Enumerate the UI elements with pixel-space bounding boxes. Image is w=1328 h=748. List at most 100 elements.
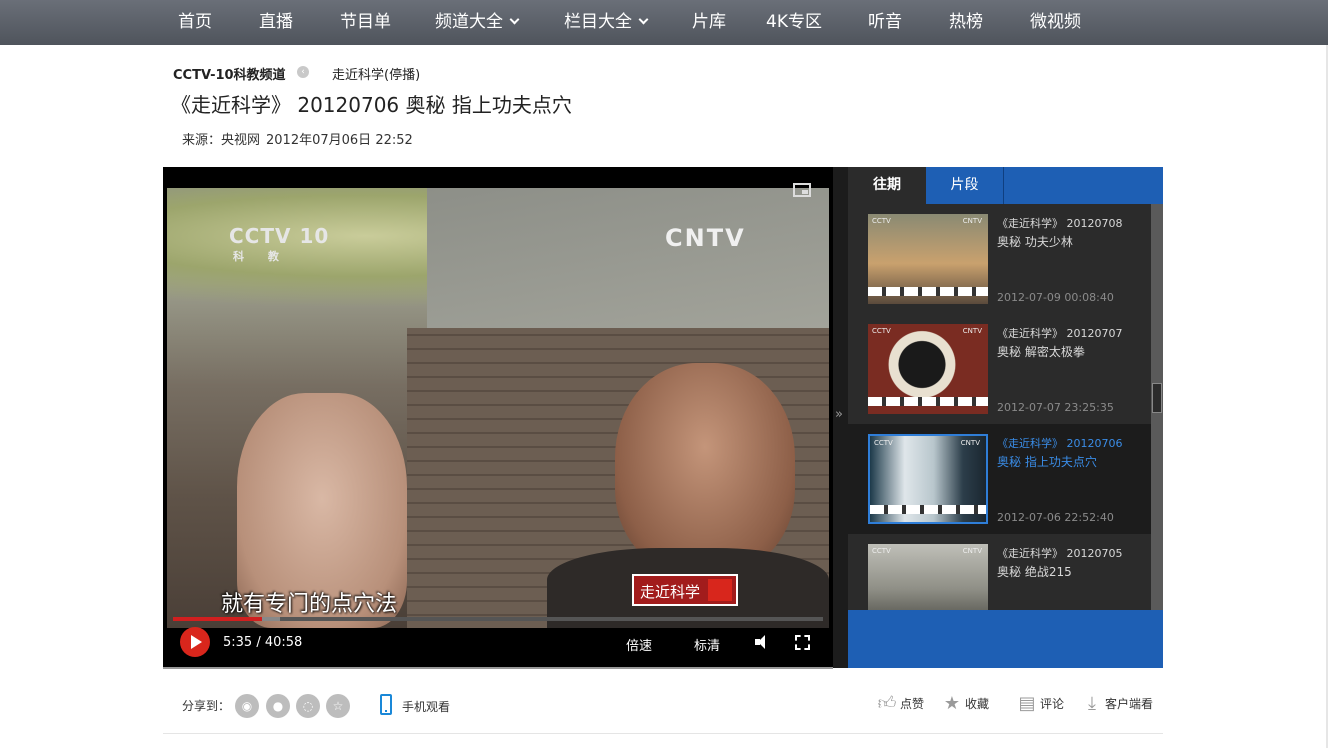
thumbnail-tag: CNTV (962, 547, 982, 555)
volume-icon[interactable] (755, 635, 769, 649)
collect-label: 收藏 (965, 697, 990, 711)
cntv-watermark: CNTV (665, 224, 746, 252)
channel-watermark-sub: 科 教 (233, 250, 289, 263)
like-label: 点赞 (900, 697, 925, 711)
page-title: 《走近科学》 20120706 奥秘 指上功夫点穴 (171, 93, 572, 117)
double-chevron-icon: » (835, 407, 843, 422)
qq-icon[interactable]: ● (266, 694, 290, 718)
thumbnail-tag: CCTV (872, 217, 891, 225)
tab-clips[interactable]: 片段 (926, 167, 1004, 204)
thumbnail-tag: CCTV (872, 547, 891, 555)
episode-title: 《走近科学》 20120705 (997, 547, 1123, 560)
episode-item-active[interactable]: CCTV CNTV 《走近科学》 20120706 奥秘 指上功夫点穴 2012-… (848, 424, 1151, 534)
source-line: 来源：央视网 2012年07月06日 22:52 (182, 129, 419, 148)
fullscreen-icon[interactable] (795, 635, 810, 650)
download-icon: ⤓ (1088, 693, 1096, 714)
episode-thumbnail: CCTV CNTV (868, 434, 988, 524)
video-player[interactable]: CCTV 10 科 教 CNTV 就有专门的点穴法 走近科学 5:35 / 40:… (163, 167, 833, 668)
nav-label: 节目单 (340, 12, 391, 32)
episode-item[interactable]: CCTV CNTV 《走近科学》 20120705 奥秘 绝战215 (848, 534, 1151, 610)
episode-subtitle: 奥秘 功夫少林 (997, 235, 1073, 249)
publish-time: 2012年07月06日 22:52 (266, 133, 413, 148)
sidebar-toggle[interactable]: » (833, 167, 848, 668)
star-icon: ★ (943, 693, 961, 714)
episode-date: 2012-07-07 23:25:35 (997, 401, 1114, 414)
nav-label: 频道大全 (435, 12, 503, 32)
nav-item-channels[interactable]: 频道大全 (435, 0, 520, 45)
source-label: 来源：央视网 (182, 133, 261, 148)
nav-label: 直播 (259, 12, 293, 32)
video-frame[interactable]: CCTV 10 科 教 CNTV 就有专门的点穴法 走近科学 (167, 188, 829, 628)
mobile-watch-label: 手机观看 (402, 700, 451, 714)
weibo-icon[interactable]: ◉ (235, 694, 259, 718)
quality-button[interactable]: 标清 (694, 635, 720, 654)
thumbnail-tag: CCTV (872, 327, 891, 335)
thumbnail-tag: CNTV (960, 439, 980, 447)
episode-title: 《走近科学》 20120707 (997, 327, 1123, 340)
episode-list-scrollbar[interactable] (1151, 204, 1163, 610)
thumbnail-strip (868, 397, 988, 406)
nav-item-live[interactable]: 直播 (259, 0, 293, 45)
nav-label: 热榜 (949, 12, 983, 32)
comment-label: 评论 (1040, 697, 1065, 711)
progress-bar[interactable] (173, 617, 823, 621)
thumbs-up-icon: 👍︎ (877, 693, 897, 714)
phone-icon (380, 694, 392, 715)
nav-item-library[interactable]: 片库 (692, 0, 726, 45)
video-scene (615, 363, 795, 573)
nav-label: 首页 (178, 12, 212, 32)
thumbnail-tag: CNTV (962, 217, 982, 225)
episode-date: 2012-07-09 00:08:40 (997, 291, 1114, 304)
nav-item-microvideo[interactable]: 微视频 (1030, 0, 1081, 45)
scrollbar-thumb[interactable] (1152, 383, 1162, 413)
channel-watermark-text: CCTV 10 (229, 224, 330, 248)
nav-label: 片库 (692, 12, 726, 32)
thumbnail-strip (870, 505, 986, 514)
speed-button[interactable]: 倍速 (626, 635, 652, 654)
episode-subtitle: 奥秘 解密太极拳 (997, 345, 1085, 359)
episode-thumbnail: CCTV CNTV (868, 324, 988, 414)
tab-past-episodes[interactable]: 往期 (848, 167, 926, 204)
episode-date: 2012-07-06 22:52:40 (997, 511, 1114, 524)
picture-in-picture-icon[interactable] (793, 183, 811, 197)
nav-item-home[interactable]: 首页 (178, 0, 212, 45)
nav-item-schedule[interactable]: 节目单 (340, 0, 391, 45)
thumbnail-tag: CNTV (962, 327, 982, 335)
thumbnail-strip (868, 287, 988, 296)
nav-item-audio[interactable]: 听音 (868, 0, 902, 45)
nav-label: 听音 (868, 12, 902, 32)
thumbnail-tag: CCTV (874, 439, 893, 447)
wechat-icon[interactable]: ◌ (296, 694, 320, 718)
nav-label: 4K专区 (766, 12, 822, 32)
nav-item-columns[interactable]: 栏目大全 (564, 0, 649, 45)
breadcrumb-program-link[interactable]: 走近科学(停播) (332, 64, 420, 83)
episode-subtitle: 奥秘 绝战215 (997, 565, 1072, 579)
time-display: 5:35 / 40:58 (223, 635, 303, 650)
nav-label: 栏目大全 (564, 12, 632, 32)
sidebar-footer (848, 610, 1163, 668)
episode-item[interactable]: CCTV CNTV 《走近科学》 20120707 奥秘 解密太极拳 2012-0… (848, 314, 1151, 424)
sidebar-tabs: 往期 片段 (848, 167, 1163, 204)
episode-thumbnail: CCTV CNTV (868, 544, 988, 610)
episode-list: CCTV CNTV 《走近科学》 20120708 奥秘 功夫少林 2012-07… (848, 204, 1151, 610)
episode-title: 《走近科学》 20120706 (997, 437, 1123, 450)
episode-item[interactable]: CCTV CNTV 《走近科学》 20120708 奥秘 功夫少林 2012-07… (848, 204, 1151, 314)
nav-label: 微视频 (1030, 12, 1081, 32)
nav-item-4k[interactable]: 4K专区 (766, 0, 822, 45)
chevron-left-icon: ‹ (297, 66, 309, 78)
progress-played (173, 617, 262, 621)
episode-title: 《走近科学》 20120708 (997, 217, 1123, 230)
episode-sidebar: » 往期 片段 CCTV CNTV 《走近科学》 20120708 奥秘 功夫少林… (833, 167, 1163, 668)
channel-watermark: CCTV 10 科 教 (229, 224, 329, 264)
breadcrumb-channel-link[interactable]: CCTV-10科教频道 (173, 64, 286, 83)
comment-icon: ▤ (1018, 693, 1036, 714)
nav-item-hot[interactable]: 热榜 (949, 0, 983, 45)
episode-thumbnail: CCTV CNTV (868, 214, 988, 304)
chevron-down-icon (638, 14, 649, 25)
divider (163, 733, 1163, 734)
program-logo: 走近科学 (632, 574, 739, 606)
video-subtitle: 就有专门的点穴法 (221, 592, 398, 617)
favorite-star-icon[interactable]: ☆ (326, 694, 350, 718)
client-watch-label: 客户端看 (1105, 697, 1154, 711)
play-button[interactable] (180, 627, 210, 657)
